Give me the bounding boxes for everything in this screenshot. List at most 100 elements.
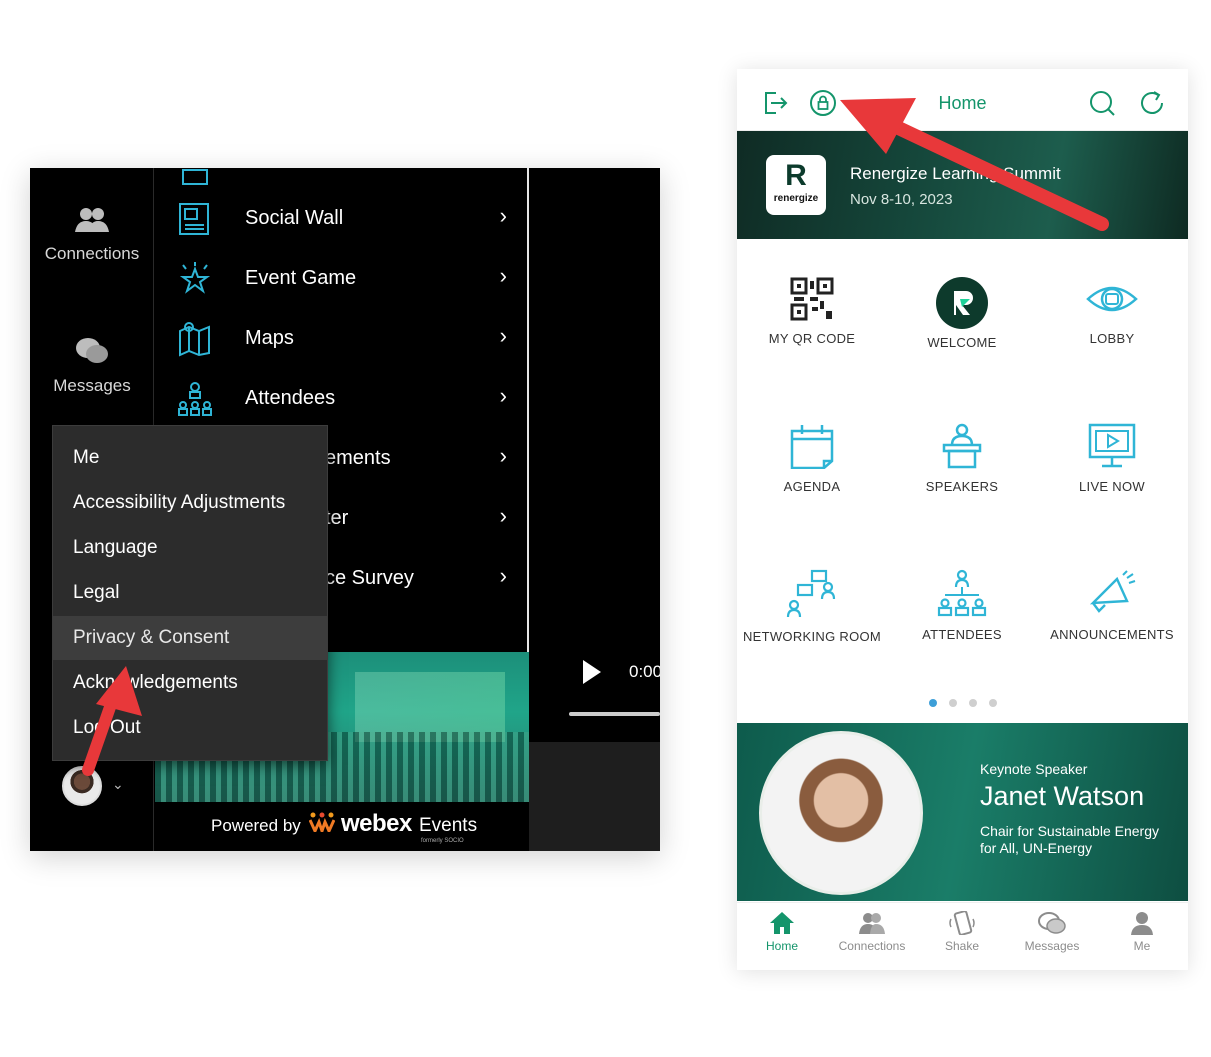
tab-shake[interactable]: Shake — [917, 911, 1007, 953]
menu-item-social-wall[interactable]: Social Wall › — [155, 189, 527, 249]
popup-item-log-out[interactable]: Log Out — [53, 706, 327, 750]
shake-icon — [949, 911, 975, 935]
social-wall-icon — [179, 203, 209, 235]
account-menu-trigger[interactable]: ⌄ — [60, 766, 140, 810]
menu-label: ter — [325, 507, 349, 529]
popup-item-accessibility[interactable]: Accessibility Adjustments — [53, 481, 327, 525]
event-title: Renergize Learning Summit — [850, 164, 1061, 183]
pager-dot[interactable] — [948, 699, 957, 707]
popup-item-language[interactable]: Language — [53, 526, 327, 570]
menu-item-maps[interactable]: Maps › — [155, 309, 527, 369]
brand-name: webex — [341, 810, 412, 837]
mobile-app: Home R renergize Renergize Learning Summ… — [737, 69, 1188, 970]
tab-label: Connections — [838, 939, 906, 953]
chevron-right-icon: › — [499, 563, 507, 588]
welcome-logo-icon — [936, 277, 988, 329]
tile-label: AGENDA — [783, 479, 841, 494]
brand-suffix: Events — [419, 815, 478, 836]
tile-label: MY QR CODE — [768, 331, 856, 346]
tab-label: Shake — [944, 939, 980, 953]
messages-icon — [1038, 912, 1066, 934]
menu-item-attendees[interactable]: Attendees › — [155, 369, 527, 429]
video-scrubber[interactable] — [569, 712, 660, 716]
tab-me[interactable]: Me — [1097, 911, 1187, 953]
chevron-right-icon: › — [499, 383, 507, 408]
tile-live-now[interactable]: LIVE NOW — [1037, 423, 1187, 543]
star-icon — [179, 262, 211, 294]
megaphone-icon — [1089, 570, 1136, 613]
menu-item-event-game[interactable]: Event Game › — [155, 249, 527, 309]
keynote-speaker-name: Janet Watson — [980, 781, 1145, 811]
tile-welcome[interactable]: WELCOME — [887, 277, 1037, 397]
bottom-tab-bar: Home Connections Shake Messages Me — [737, 902, 1188, 970]
refresh-icon[interactable] — [1138, 89, 1166, 117]
tile-lobby[interactable]: LOBBY — [1037, 277, 1187, 397]
event-logo-letter: R — [785, 159, 807, 192]
tile-announcements[interactable]: ANNOUNCEMENTS — [1037, 569, 1187, 689]
attendees-icon — [937, 569, 987, 617]
search-icon[interactable] — [1088, 89, 1116, 117]
popup-item-privacy-consent[interactable]: Privacy & Consent — [53, 616, 327, 660]
avatar[interactable] — [62, 766, 102, 806]
tile-my-qr-code[interactable]: MY QR CODE — [737, 277, 887, 397]
calendar-icon — [790, 425, 834, 469]
tab-messages[interactable]: Messages — [1007, 911, 1097, 953]
tile-label: ANNOUNCEMENTS — [1050, 627, 1174, 642]
tile-label: NETWORKING ROOM — [742, 629, 882, 644]
attendees-icon — [178, 382, 212, 416]
rail-label-connections: Connections — [44, 244, 140, 263]
play-icon[interactable] — [583, 660, 601, 684]
video-controls: 0:00 — [529, 652, 660, 742]
popup-item-acknowledgements[interactable]: Acknowledgements — [53, 661, 327, 705]
partial-icon — [182, 169, 208, 185]
keynote-speaker-title: Chair for Sustainable Energy for All, UN… — [980, 823, 1159, 856]
pager-dot-active[interactable] — [928, 699, 937, 707]
tab-label: Messages — [1024, 939, 1080, 953]
person-icon — [1131, 912, 1153, 935]
map-icon — [179, 322, 210, 357]
top-bar: Home — [737, 69, 1188, 131]
menu-label: ements — [325, 447, 391, 469]
keynote-banner[interactable]: Keynote Speaker Janet Watson Chair for S… — [737, 723, 1188, 901]
qr-code-icon — [790, 277, 834, 321]
popup-item-me[interactable]: Me — [53, 436, 327, 480]
tile-speakers[interactable]: SPEAKERS — [887, 423, 1037, 543]
video-area — [529, 742, 660, 851]
page-title: Home — [938, 93, 987, 113]
tile-label: WELCOME — [927, 335, 997, 350]
tile-networking-room[interactable]: NETWORKING ROOM — [737, 569, 887, 689]
chevron-right-icon: › — [499, 203, 507, 228]
keynote-eyebrow: Keynote Speaker — [980, 761, 1088, 777]
connections-icon — [75, 208, 109, 232]
menu-label: Event Game — [245, 267, 357, 289]
speaker-portrait — [759, 731, 923, 895]
chevron-right-icon: › — [499, 443, 507, 468]
rail-item-connections[interactable]: Connections — [30, 206, 154, 264]
rail-item-messages[interactable]: Messages — [30, 336, 154, 396]
menu-label: Social Wall — [245, 207, 344, 229]
pager-dot[interactable] — [968, 699, 977, 707]
popup-item-legal[interactable]: Legal — [53, 571, 327, 615]
tile-label: ATTENDEES — [922, 627, 1002, 642]
connections-icon — [859, 913, 885, 934]
rail-label-messages: Messages — [53, 376, 131, 395]
chevron-right-icon: › — [499, 323, 507, 348]
event-logo: R renergize — [766, 155, 826, 215]
eye-icon — [1086, 286, 1138, 312]
chevron-down-icon: ⌄ — [112, 776, 124, 792]
powered-by-label: Powered by — [211, 816, 301, 835]
tile-agenda[interactable]: AGENDA — [737, 423, 887, 543]
tab-home[interactable]: Home — [737, 911, 827, 953]
pager-dot[interactable] — [988, 699, 997, 707]
tile-attendees[interactable]: ATTENDEES — [887, 569, 1037, 689]
tile-label: SPEAKERS — [925, 479, 999, 494]
tab-label: Home — [765, 939, 798, 953]
home-icon — [770, 912, 794, 934]
tile-label: LOBBY — [1089, 331, 1135, 346]
webex-logo-icon — [309, 812, 335, 832]
powered-by-footer[interactable]: Powered by webex Events formerly SOCIO — [155, 802, 529, 851]
menu-label: ce Survey — [325, 567, 414, 589]
pager-dots — [737, 694, 1188, 707]
event-banner[interactable]: R renergize Renergize Learning Summit No… — [737, 131, 1188, 239]
tab-connections[interactable]: Connections — [827, 911, 917, 953]
